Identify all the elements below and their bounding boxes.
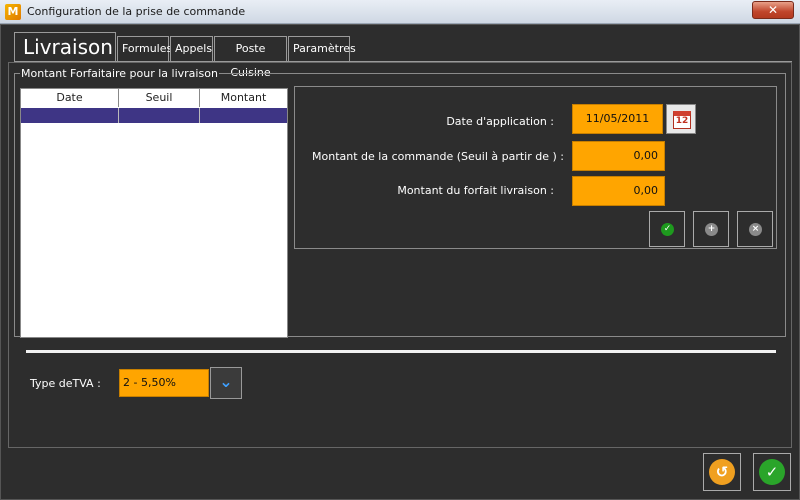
grid-cell-seuil bbox=[119, 108, 200, 123]
grid-cell-date bbox=[21, 108, 119, 123]
calendar-button[interactable]: 12 bbox=[666, 104, 696, 134]
plus-icon: + bbox=[705, 223, 718, 236]
check-icon: ✓ bbox=[759, 459, 785, 485]
undo-icon: ↺ bbox=[709, 459, 735, 485]
app-icon: M bbox=[5, 4, 21, 20]
table-row[interactable] bbox=[21, 108, 287, 123]
forfait-label: Montant du forfait livraison : bbox=[397, 184, 554, 197]
title-bar: M Configuration de la prise de commande … bbox=[0, 0, 800, 24]
seuil-label: Montant de la commande (Seuil à partir d… bbox=[312, 150, 564, 163]
undo-button[interactable]: ↺ bbox=[703, 453, 741, 491]
tab-parametres[interactable]: Paramètres bbox=[288, 36, 356, 62]
grid-cell-montant bbox=[200, 108, 287, 123]
check-icon: ✓ bbox=[661, 223, 674, 236]
calendar-icon: 12 bbox=[673, 111, 691, 129]
grid-col-date[interactable]: Date bbox=[21, 89, 119, 107]
close-icon: × bbox=[749, 223, 762, 236]
add-line-button[interactable]: + bbox=[693, 211, 729, 247]
close-button[interactable]: ✕ bbox=[752, 1, 794, 19]
tva-dropdown-button[interactable]: ⌄ bbox=[210, 367, 242, 399]
grid-header: Date Seuil Montant bbox=[21, 89, 287, 107]
groupbox-legend: Montant Forfaitaire pour la livraison bbox=[20, 67, 219, 80]
date-field[interactable]: 11/05/2011 bbox=[572, 104, 663, 134]
grid-col-seuil[interactable]: Seuil bbox=[119, 89, 200, 107]
tva-label: Type deTVA : bbox=[30, 377, 101, 390]
seuil-field[interactable]: 0,00 bbox=[572, 141, 665, 171]
ok-button[interactable]: ✓ bbox=[753, 453, 791, 491]
chevron-down-icon: ⌄ bbox=[219, 372, 233, 391]
tab-livraison[interactable]: Livraison bbox=[14, 32, 116, 62]
forfait-field[interactable]: 0,00 bbox=[572, 176, 665, 206]
tab-appels[interactable]: Appels bbox=[170, 36, 213, 62]
tab-poste-cuisine[interactable]: Poste Cuisine bbox=[214, 36, 287, 79]
separator bbox=[26, 350, 776, 353]
window-title: Configuration de la prise de commande bbox=[27, 5, 246, 18]
tab-formules[interactable]: Formules bbox=[117, 36, 172, 62]
validate-line-button[interactable]: ✓ bbox=[649, 211, 685, 247]
delete-line-button[interactable]: × bbox=[737, 211, 773, 247]
grid-col-montant[interactable]: Montant bbox=[200, 89, 287, 107]
tva-select[interactable]: 2 - 5,50% bbox=[119, 369, 209, 397]
date-label: Date d'application : bbox=[446, 115, 554, 128]
forfait-grid[interactable]: Date Seuil Montant bbox=[20, 88, 288, 338]
